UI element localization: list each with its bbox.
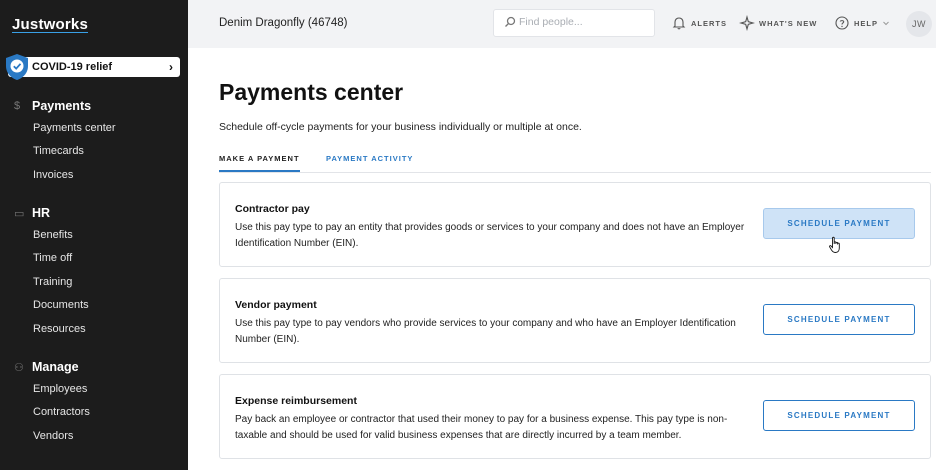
search-input[interactable]: [519, 16, 649, 28]
hand-cursor-icon: [829, 236, 840, 253]
page-title: Payments center: [219, 79, 404, 105]
covid-relief-banner[interactable]: COVID-19 relief ›: [6, 54, 180, 80]
schedule-payment-button[interactable]: SCHEDULE PAYMENT: [763, 208, 915, 239]
payment-card-vendor: Vendor payment Use this pay type to pay …: [219, 278, 931, 363]
sidebar-item-contractors[interactable]: Contractors: [0, 401, 188, 425]
chevron-right-icon: ›: [169, 60, 173, 74]
card-description: Use this pay type to pay an entity that …: [235, 222, 745, 249]
sidebar-item-timecards[interactable]: Timecards: [0, 140, 188, 164]
alerts-button[interactable]: ALERTS: [671, 14, 727, 32]
help-icon: [835, 16, 849, 30]
dollar-icon: $: [14, 100, 21, 112]
schedule-payment-button[interactable]: SCHEDULE PAYMENT: [763, 304, 915, 335]
page-subtitle: Schedule off-cycle payments for your bus…: [219, 121, 582, 133]
sidebar-section-payments: $ Payments Payments center Timecards Inv…: [0, 96, 188, 187]
sidebar-item-resources[interactable]: Resources: [0, 317, 188, 341]
card-description: Use this pay type to pay vendors who pro…: [235, 318, 736, 345]
sidebar-item-vendors[interactable]: Vendors: [0, 424, 188, 448]
whats-new-label: WHAT'S NEW: [759, 18, 818, 28]
sidebar: Justworks COVID-19 relief › $ Payments P…: [0, 0, 188, 470]
sidebar-section-header[interactable]: ⚇ Manage: [0, 357, 188, 377]
sidebar-section-header[interactable]: ▭ HR: [0, 203, 188, 223]
avatar[interactable]: JW: [906, 11, 932, 37]
tab-divider: [219, 172, 931, 173]
company-name[interactable]: Denim Dragonfly (46748): [219, 17, 347, 29]
help-button[interactable]: HELP: [834, 14, 890, 32]
sidebar-section-title: Manage: [32, 360, 79, 374]
sidebar-item-time-off[interactable]: Time off: [0, 247, 188, 271]
payment-card-contractor: Contractor pay Use this pay type to pay …: [219, 182, 931, 267]
search-box[interactable]: [493, 9, 655, 37]
tab-payment-activity[interactable]: PAYMENT ACTIVITY: [326, 154, 413, 172]
card-title: Vendor payment: [235, 299, 317, 311]
sidebar-item-payments-center[interactable]: Payments center: [0, 116, 188, 140]
card-description: Pay back an employee or contractor that …: [235, 414, 728, 441]
card-title: Expense reimbursement: [235, 395, 357, 407]
sidebar-item-benefits[interactable]: Benefits: [0, 223, 188, 247]
whats-new-button[interactable]: WHAT'S NEW: [739, 14, 817, 32]
sidebar-section-manage: ⚇ Manage Employees Contractors Vendors: [0, 357, 188, 448]
sidebar-item-documents[interactable]: Documents: [0, 294, 188, 318]
help-label: HELP: [854, 18, 879, 28]
justworks-logo[interactable]: Justworks: [12, 16, 88, 33]
sparkle-icon: [739, 15, 755, 31]
sidebar-section-title: HR: [32, 206, 51, 220]
sidebar-item-employees[interactable]: Employees: [0, 377, 188, 401]
schedule-payment-button[interactable]: SCHEDULE PAYMENT: [763, 400, 915, 431]
sidebar-item-training[interactable]: Training: [0, 270, 188, 294]
sidebar-item-invoices[interactable]: Invoices: [0, 163, 188, 187]
sidebar-section-hr: ▭ HR Benefits Time off Training Document…: [0, 203, 188, 341]
chevron-down-icon: [883, 21, 889, 26]
top-bar: Denim Dragonfly (46748) ALERTS WHAT'S NE…: [188, 0, 936, 48]
alerts-label: ALERTS: [691, 18, 727, 28]
card-title: Contractor pay: [235, 203, 310, 215]
briefcase-icon: ▭: [14, 207, 25, 220]
sidebar-section-header[interactable]: $ Payments: [0, 96, 188, 116]
sidebar-section-title: Payments: [32, 99, 92, 113]
covid-relief-label: COVID-19 relief: [32, 61, 113, 73]
bell-icon: [672, 17, 686, 30]
people-icon: ⚇: [14, 361, 24, 374]
shield-check-icon: [6, 54, 28, 80]
tab-make-a-payment[interactable]: MAKE A PAYMENT: [219, 154, 300, 172]
payment-card-expense-reimbursement: Expense reimbursement Pay back an employ…: [219, 374, 931, 459]
search-icon: [505, 16, 516, 27]
main-content: Payments center Schedule off-cycle payme…: [188, 48, 936, 470]
